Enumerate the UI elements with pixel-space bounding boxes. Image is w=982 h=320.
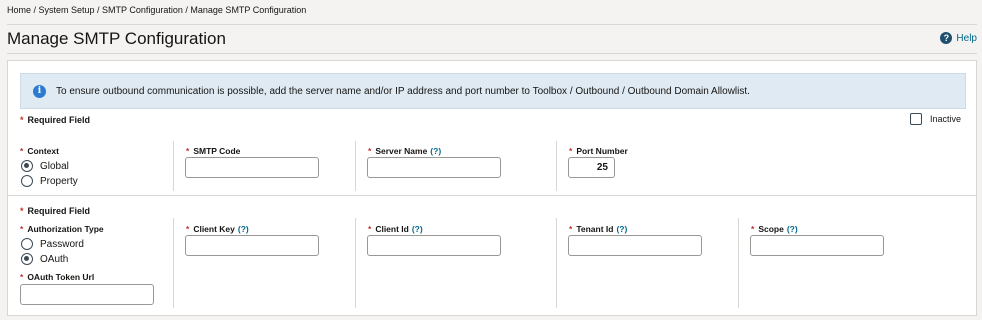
inactive-checkbox-box[interactable] (909, 113, 922, 125)
help-label: Help (956, 32, 977, 44)
client-key-help[interactable]: (?) (238, 224, 249, 234)
required-field-note-2: * Required Field (20, 206, 91, 216)
column-divider (556, 218, 557, 308)
help-link[interactable]: ? Help (940, 32, 977, 44)
context-label: * Context (20, 146, 59, 156)
client-id-input[interactable] (367, 235, 501, 256)
scope-label: * Scope (?) (751, 224, 798, 234)
column-divider (173, 218, 174, 308)
info-banner: i To ensure outbound communication is po… (20, 73, 966, 109)
banner-text: To ensure outbound communication is poss… (56, 85, 750, 97)
server-name-label: * Server Name (?) (368, 146, 442, 156)
inactive-checkbox[interactable]: Inactive (909, 113, 961, 125)
port-number-label: * Port Number (569, 146, 628, 156)
client-id-help[interactable]: (?) (412, 224, 423, 234)
section-divider (8, 195, 976, 196)
column-divider (556, 141, 557, 191)
title-divider (7, 53, 977, 54)
tenant-id-input[interactable] (568, 235, 702, 256)
tenant-id-help[interactable]: (?) (616, 224, 627, 234)
scope-input[interactable] (750, 235, 884, 256)
scope-help[interactable]: (?) (787, 224, 798, 234)
client-id-label: * Client Id (?) (368, 224, 423, 234)
client-key-input[interactable] (185, 235, 319, 256)
info-icon: i (33, 84, 46, 98)
breadcrumb[interactable]: Home / System Setup / SMTP Configuration… (7, 5, 306, 15)
required-star: * (20, 206, 24, 216)
column-divider (173, 141, 174, 191)
column-divider (738, 218, 739, 308)
column-divider (355, 218, 356, 308)
port-number-input[interactable] (568, 157, 615, 178)
smtp-code-input[interactable] (185, 157, 319, 178)
column-divider (355, 141, 356, 191)
help-icon: ? (940, 32, 953, 44)
form-panel: i To ensure outbound communication is po… (7, 60, 977, 316)
auth-radio-oauth[interactable]: OAuth (21, 253, 68, 265)
oauth-token-url-input[interactable] (20, 284, 154, 305)
top-divider (7, 24, 977, 25)
required-star: * (20, 115, 24, 125)
radio-unchecked-icon[interactable] (21, 175, 33, 187)
page-title: Manage SMTP Configuration (7, 29, 226, 48)
server-name-input[interactable] (367, 157, 501, 178)
smtp-code-label: * SMTP Code (186, 146, 241, 156)
radio-unchecked-icon[interactable] (21, 238, 33, 250)
inactive-label: Inactive (929, 114, 961, 124)
oauth-token-url-label: * OAuth Token Url (20, 272, 95, 282)
radio-checked-icon[interactable] (21, 253, 33, 265)
server-name-help[interactable]: (?) (430, 146, 441, 156)
radio-checked-icon[interactable] (21, 160, 33, 172)
client-key-label: * Client Key (?) (186, 224, 249, 234)
context-radio-property[interactable]: Property (21, 175, 78, 187)
tenant-id-label: * Tenant Id (?) (569, 224, 628, 234)
auth-radio-password[interactable]: Password (21, 238, 84, 250)
context-radio-global[interactable]: Global (21, 160, 69, 172)
required-field-note-1: * Required Field (20, 115, 91, 125)
authorization-type-label: * Authorization Type (20, 224, 104, 234)
